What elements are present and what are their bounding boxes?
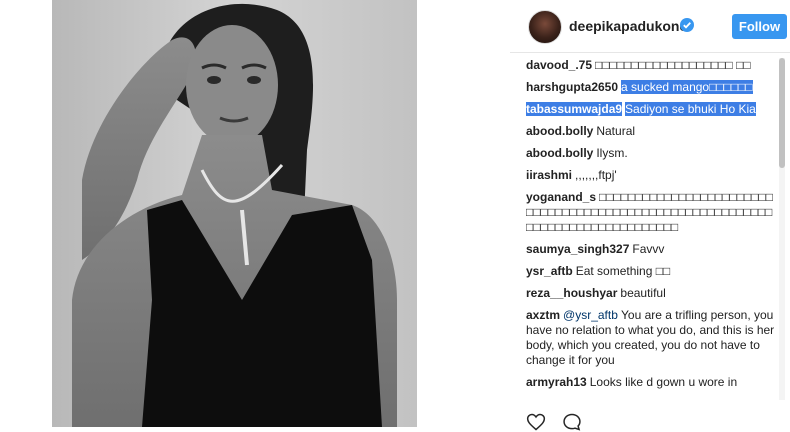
comment-item: reza__houshyar beautiful [526,286,776,301]
comment-username[interactable]: axztm [526,308,560,322]
comment-icon[interactable] [562,412,582,432]
comment-item: davood_.75 □□□□□□□□□□□□□□□□□□□ □□ [526,58,776,73]
comment-username[interactable]: abood.bolly [526,146,593,160]
comment-username[interactable]: yoganand_s [526,190,596,204]
comment-username[interactable]: harshgupta2650 [526,80,618,94]
comment-username[interactable]: armyrah13 [526,375,587,389]
post-header: deepikapadukone Follow [510,0,790,52]
post-photo [52,0,417,427]
header-divider [510,52,790,53]
comment-username[interactable]: davood_.75 [526,58,592,72]
comment-text: Ilysm. [596,146,628,160]
post-actions [526,406,776,431]
comment-item: tabassumwajda9 Sadiyon se bhuki Ho Kia [526,102,776,117]
avatar[interactable] [528,10,562,44]
comment-item: axztm @ysr_aftb You are a trifling person… [526,308,776,368]
comment-username[interactable]: tabassumwajda9 [526,102,623,116]
comment-item: abood.bolly Natural [526,124,776,139]
comment-username[interactable]: abood.bolly [526,124,593,138]
comment-item: ysr_aftb Eat something □□ [526,264,776,279]
comment-text: Natural [596,124,636,138]
comment-text: a sucked mango□□□□□□ [621,80,753,94]
comments-scrollbar[interactable] [779,58,785,400]
comment-mention[interactable]: @ysr_aftb [563,308,618,322]
post-side-panel: deepikapadukone Follow davood_.75 □□□□□□□… [510,0,790,431]
comment-text: Favvv [632,242,665,256]
comment-username[interactable]: ysr_aftb [526,264,573,278]
comment-item: yoganand_s □□□□□□□□□□□□□□□□□□□□□□□□□□□□□□… [526,190,776,235]
comment-text: Sadiyon se bhuki Ho Kia [625,102,756,116]
comment-text: Looks like d gown u wore in [589,375,738,389]
comment-item: iirashmi ,,,,,,,ftpj' [526,168,776,183]
comment-username[interactable]: saumya_singh327 [526,242,629,256]
comment-text: ,,,,,,,ftpj' [575,168,617,182]
follow-button[interactable]: Follow [732,14,787,39]
comment-item: abood.bolly Ilysm. [526,146,776,161]
comments-list[interactable]: davood_.75 □□□□□□□□□□□□□□□□□□□ □□ harshgu… [526,58,776,400]
comment-item: harshgupta2650 a sucked mango□□□□□□ [526,80,776,95]
comment-username[interactable]: iirashmi [526,168,572,182]
heart-icon[interactable] [526,412,546,432]
scrollbar-thumb[interactable] [779,58,785,168]
comment-text: □□□□□□□□□□□□□□□□□□□ □□ [595,58,751,72]
verified-badge-icon [680,18,694,32]
comment-item: saumya_singh327 Favvv [526,242,776,257]
portrait-image [52,0,417,427]
left-gutter [0,0,52,427]
comment-item: armyrah13 Looks like d gown u wore in [526,375,776,390]
username-link[interactable]: deepikapadukone [569,18,687,34]
comment-text: beautiful [620,286,666,300]
comment-text: Eat something □□ [575,264,671,278]
comment-username[interactable]: reza__houshyar [526,286,617,300]
